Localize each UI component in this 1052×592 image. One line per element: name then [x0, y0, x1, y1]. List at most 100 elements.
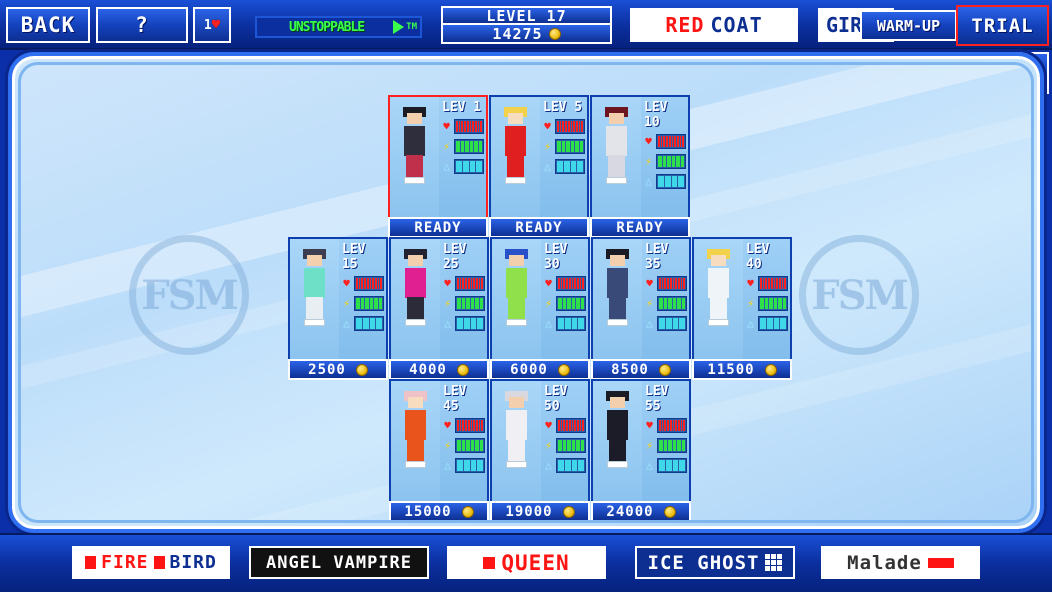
stat-row-energy: ⚡ [442, 436, 485, 454]
character-stats: LEV 15 ♥ ⚡ △ [339, 239, 386, 359]
coin-balance: 14275 [441, 25, 612, 44]
coin-icon [663, 505, 676, 518]
stat-row-heart: ♥ [442, 274, 485, 292]
player-name-badge: RED COAT [630, 8, 798, 42]
character-portrait [390, 97, 439, 217]
triangle-icon: △ [646, 316, 653, 330]
stat-row-energy: ⚡ [442, 294, 485, 312]
card-footer[interactable]: 11500 [692, 359, 792, 380]
queen-text: QUEEN [501, 550, 570, 575]
card-footer[interactable]: 19000 [490, 501, 590, 520]
character-portrait [593, 381, 642, 501]
character-card[interactable]: LEV 50 ♥ ⚡ △ 19000 [490, 379, 590, 520]
heart-icon: ♥ [444, 418, 451, 432]
card-footer[interactable]: 2500 [288, 359, 388, 380]
character-card[interactable]: LEV 15 ♥ ⚡ △ 2500 [288, 237, 388, 380]
character-level-label: LEV 1 [442, 100, 482, 115]
lightning-icon: ⚡ [444, 296, 451, 310]
character-card[interactable]: LEV 10 ♥ ⚡ △ READY [590, 95, 690, 238]
character-card[interactable]: LEV 5 ♥ ⚡ △ READY [489, 95, 589, 238]
stat-bar [656, 173, 686, 189]
stat-bar [758, 275, 788, 291]
card-footer[interactable]: READY [489, 217, 589, 238]
character-level-label: LEV 40 [746, 242, 770, 272]
card-footer[interactable]: 24000 [591, 501, 691, 520]
card-footer[interactable]: READY [590, 217, 690, 238]
character-stats: LEV 55 ♥ ⚡ △ [642, 381, 689, 501]
firebird-text-a: FIRE [101, 552, 149, 573]
rink-surface: FSM FSM LEV 1 ♥ ⚡ △ READY LEV 5 ♥ ⚡ △ READY LEV 10… [18, 62, 1034, 523]
logo-fire-bird[interactable]: FIRE BIRD [72, 546, 230, 579]
character-card[interactable]: LEV 35 ♥ ⚡ △ 8500 [591, 237, 691, 380]
lightning-icon: ⚡ [646, 438, 653, 452]
coin-icon [456, 363, 469, 376]
player-name-last: COAT [710, 13, 763, 37]
stat-row-speed: △ [644, 314, 687, 332]
card-status-label: READY [616, 219, 664, 236]
stat-bar [354, 295, 384, 311]
logo-angel-vampire[interactable]: ANGEL VAMPIRE [249, 546, 429, 579]
character-card[interactable]: LEV 55 ♥ ⚡ △ 24000 [591, 379, 691, 520]
character-stats: LEV 1 ♥ ⚡ △ [439, 97, 486, 217]
trial-button[interactable]: TRIAL [956, 5, 1049, 46]
character-level-label: LEV 45 [443, 384, 467, 414]
card-status-label: READY [414, 219, 462, 236]
character-level-label: LEV 55 [645, 384, 669, 414]
malade-mark-icon [927, 557, 954, 568]
card-price-label: 19000 [505, 503, 553, 520]
stat-row-heart: ♥ [441, 117, 484, 135]
stat-row-speed: △ [543, 456, 586, 474]
stat-row-heart: ♥ [341, 274, 384, 292]
character-stats: LEV 45 ♥ ⚡ △ [440, 381, 487, 501]
character-card[interactable]: LEV 1 ♥ ⚡ △ READY [388, 95, 488, 238]
stat-row-energy: ⚡ [644, 436, 687, 454]
logo-malade[interactable]: Malade [821, 546, 980, 579]
heart-icon: ♥ [211, 17, 221, 33]
card-price-label: 4000 [409, 361, 447, 378]
stat-bar [758, 295, 788, 311]
fire-mark-icon [85, 556, 97, 569]
card-footer[interactable]: 6000 [490, 359, 590, 380]
help-button[interactable]: ? [96, 7, 188, 43]
card-status-label: READY [515, 219, 563, 236]
character-card[interactable]: LEV 30 ♥ ⚡ △ 6000 [490, 237, 590, 380]
logo-ice-ghost[interactable]: ICE GHOST [635, 546, 795, 579]
logo-queen[interactable]: QUEEN [447, 546, 606, 579]
card-price-label: 6000 [510, 361, 548, 378]
triangle-icon: △ [343, 316, 350, 330]
character-portrait [290, 239, 339, 359]
back-button[interactable]: BACK [6, 7, 90, 43]
stat-bar [656, 153, 686, 169]
rink-watermark-right: FSM [799, 235, 919, 355]
player-name-first: RED [665, 13, 705, 37]
stat-row-speed: △ [543, 314, 586, 332]
character-card[interactable]: LEV 25 ♥ ⚡ △ 4000 [389, 237, 489, 380]
card-price-label: 15000 [404, 503, 452, 520]
stat-bar [556, 457, 586, 473]
stat-bar [657, 275, 687, 291]
lightning-icon: ⚡ [544, 139, 551, 153]
stat-row-energy: ⚡ [543, 294, 586, 312]
stat-bar [555, 138, 585, 154]
stat-row-speed: △ [442, 314, 485, 332]
card-price-label: 8500 [611, 361, 649, 378]
heart-icon: ♥ [444, 276, 451, 290]
character-stats: LEV 5 ♥ ⚡ △ [540, 97, 587, 217]
lightning-icon: ⚡ [545, 438, 552, 452]
coin-icon [355, 363, 368, 376]
character-stats: LEV 50 ♥ ⚡ △ [541, 381, 588, 501]
card-footer[interactable]: 15000 [389, 501, 489, 520]
warm-up-button[interactable]: WARM-UP [860, 10, 957, 41]
card-footer[interactable]: 4000 [389, 359, 489, 380]
stat-bar [455, 295, 485, 311]
stat-row-speed: △ [644, 456, 687, 474]
sponsor-bar: FIRE BIRD ANGEL VAMPIRE QUEEN ICE GHOST … [0, 533, 1052, 592]
card-footer[interactable]: READY [388, 217, 488, 238]
stat-bar [455, 275, 485, 291]
stat-row-heart: ♥ [543, 274, 586, 292]
card-footer[interactable]: 8500 [591, 359, 691, 380]
character-stats: LEV 25 ♥ ⚡ △ [440, 239, 487, 359]
character-card[interactable]: LEV 45 ♥ ⚡ △ 15000 [389, 379, 489, 520]
character-card[interactable]: LEV 40 ♥ ⚡ △ 11500 [692, 237, 792, 380]
heart-icon: ♥ [646, 418, 653, 432]
